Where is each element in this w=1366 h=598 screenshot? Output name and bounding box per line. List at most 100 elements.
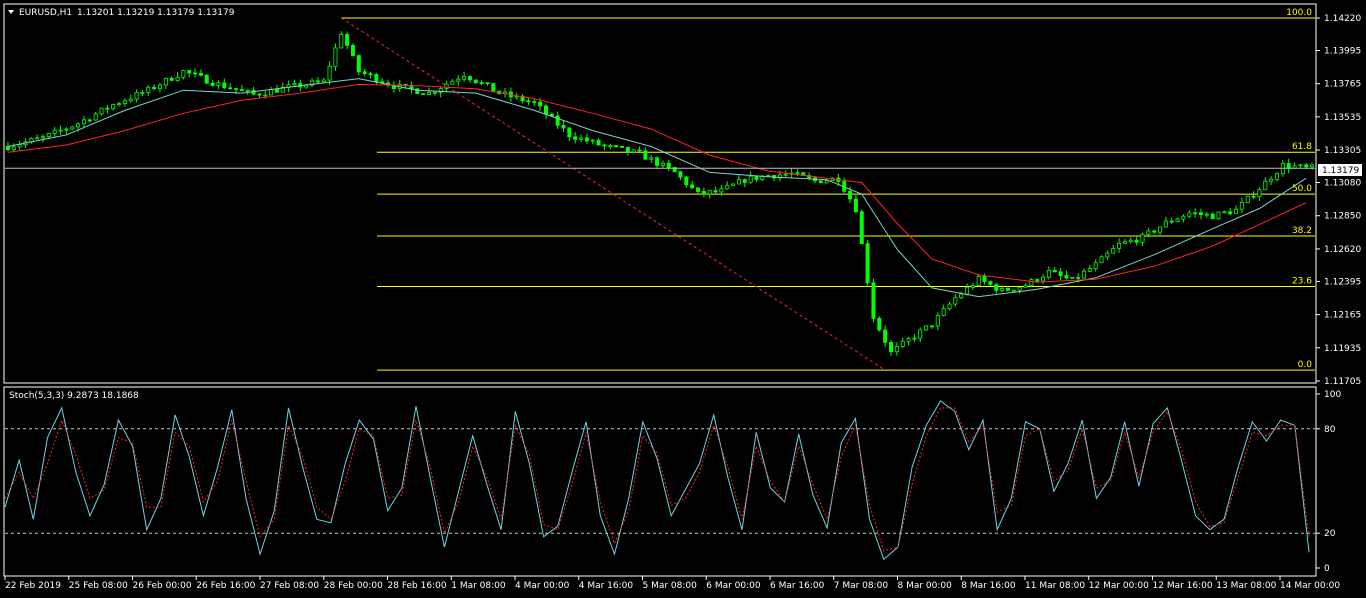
candle-body: [818, 180, 823, 184]
candle-body: [883, 329, 888, 343]
candle-body: [1286, 163, 1291, 169]
candle-body: [1158, 226, 1163, 233]
candle-body: [315, 80, 320, 83]
time-tick-label: 1 Mar 08:00: [451, 581, 506, 591]
chart-canvas: 100.061.850.038.223.60.0 EURUSD,H1 1.132…: [0, 0, 1366, 598]
stochastic-label: Stoch(5,3,3) 9.2873 18.1868: [9, 391, 139, 401]
candle-body: [1239, 202, 1244, 210]
candle-body: [163, 77, 168, 86]
price-tick-label: 1.12395: [1324, 277, 1361, 287]
candle-body: [193, 72, 198, 75]
candle-body: [690, 184, 695, 189]
symbol-label: EURUSD,H1: [19, 8, 72, 18]
candle-body: [321, 79, 326, 83]
candle-body: [157, 84, 162, 90]
candle-body: [736, 179, 741, 185]
candle-body: [426, 91, 431, 95]
candle-body: [824, 180, 829, 184]
candle-body: [210, 82, 215, 86]
candle-body: [742, 179, 747, 183]
candle-body: [491, 83, 496, 92]
candle-body: [76, 123, 81, 128]
candle-body: [713, 190, 718, 193]
price-tick-label: 1.13765: [1324, 80, 1361, 90]
candle-body: [327, 65, 332, 81]
candle-body: [444, 83, 449, 89]
candle-body: [1269, 178, 1274, 182]
candle-body: [906, 338, 911, 342]
time-tick-label: 22 Feb 2019: [5, 581, 61, 591]
candle-body: [608, 145, 613, 147]
candle-body: [1298, 164, 1303, 167]
candle-body: [1058, 271, 1063, 276]
current-price-box: 1.13179: [1318, 164, 1362, 176]
candle-body: [526, 100, 531, 103]
fibo-level-label: 100.0: [1286, 8, 1312, 18]
candle-body: [1122, 241, 1127, 244]
candle-body: [64, 128, 69, 131]
candle-body: [684, 176, 689, 186]
current-price-label: 1.13179: [1322, 166, 1359, 176]
candle-body: [865, 243, 870, 284]
fibo-level-label: 61.8: [1292, 142, 1312, 152]
price-tick-label: 1.11935: [1324, 344, 1361, 354]
candle-body: [988, 281, 993, 285]
candle-body: [1210, 213, 1215, 220]
price-tick-label: 1.12165: [1324, 311, 1361, 321]
candle-body: [1099, 256, 1104, 264]
candle-body: [462, 76, 467, 80]
candle-body: [918, 329, 923, 339]
candle-body: [239, 89, 244, 91]
candle-body: [555, 115, 560, 126]
price-tick-label: 1.13535: [1324, 113, 1361, 123]
candle-body: [17, 144, 22, 148]
candle-body: [889, 342, 894, 353]
candle-body: [1046, 269, 1051, 278]
candle-body: [924, 325, 929, 331]
candle-body: [900, 340, 905, 347]
candle-body: [947, 303, 952, 310]
candle-body: [93, 113, 98, 121]
candle-body: [1105, 252, 1110, 258]
candle-body: [1134, 239, 1139, 243]
price-tick-label: 1.12620: [1324, 245, 1361, 255]
candle-body: [619, 146, 624, 148]
candle-body: [1234, 208, 1239, 215]
candle-body: [655, 157, 660, 166]
price-tick-label: 1.12850: [1324, 212, 1361, 222]
candle-body: [625, 146, 630, 153]
price-tick-label: 1.13080: [1324, 179, 1361, 189]
candle-body: [350, 45, 355, 56]
candle-body: [561, 124, 566, 129]
candle-body: [152, 86, 157, 90]
time-tick-label: 8 Mar 00:00: [898, 581, 953, 591]
candle-body: [117, 103, 122, 106]
candle-body: [134, 92, 139, 100]
candle-body: [596, 139, 601, 146]
candle-body: [584, 137, 589, 142]
candle-body: [70, 126, 75, 130]
candle-body: [356, 55, 361, 73]
candle-body: [140, 92, 145, 94]
candle-body: [894, 346, 899, 353]
candle-body: [707, 190, 712, 195]
candle-body: [46, 132, 51, 138]
candle-body: [538, 101, 543, 107]
candle-body: [929, 325, 934, 328]
time-tick-label: 6 Mar 16:00: [770, 581, 825, 591]
candle-body: [848, 190, 853, 200]
candle-body: [263, 94, 268, 97]
candle-body: [35, 137, 40, 140]
candle-body: [58, 129, 63, 132]
candle-body: [1152, 230, 1157, 233]
candle-body: [1000, 287, 1005, 291]
candle-body: [1029, 279, 1034, 287]
candle-body: [198, 72, 203, 76]
candle-body: [532, 101, 537, 103]
candle-body: [1187, 212, 1192, 217]
candle-body: [1304, 164, 1309, 168]
candle-body: [1222, 211, 1227, 214]
candle-body: [1064, 275, 1069, 279]
candle-body: [1035, 279, 1040, 282]
stoch-tick-label: 80: [1324, 425, 1336, 435]
